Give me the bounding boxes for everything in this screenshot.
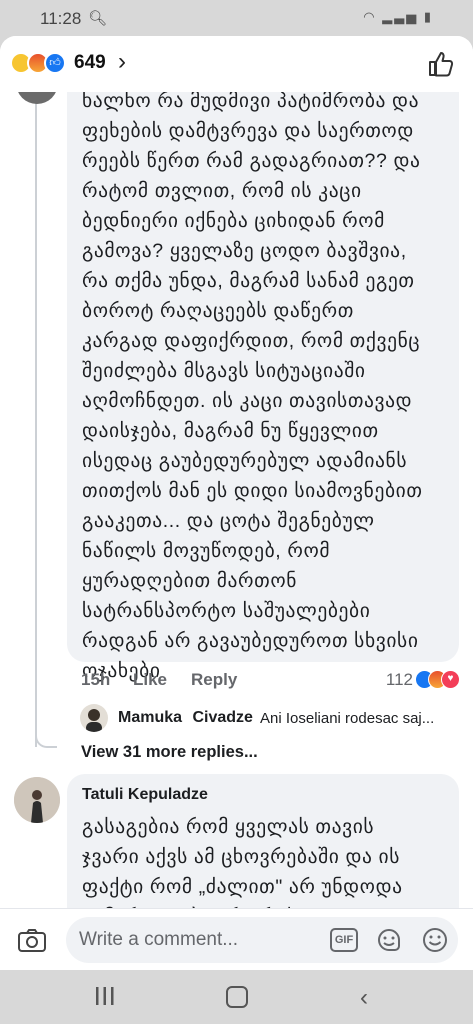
reply-author-name[interactable]: Mamuka Civadze [118,709,253,727]
comment-text-line: დაისჯება, მაგრამ ნუ წყევლით [82,420,379,442]
avatar[interactable] [14,777,60,823]
comment-reaction-icons[interactable]: ♥ [415,670,461,690]
thumbs-up-icon[interactable] [427,50,455,78]
comment-text-line: კარგად დაფიქრდით, რომ თქვენც [82,330,421,352]
view-more-replies-link[interactable]: View 31 more replies... [81,743,258,762]
comment-text-line: ყურადღებით მართონ [82,570,298,592]
navigation-bar: ‹ [0,970,473,1024]
comment-text-line: ბედნიერი იქნება ციხიდან რომ [82,210,385,232]
comment-text-line: რეებს წერთ რამ გადაგრიათ?? და [82,150,421,172]
comment-text-line: რა თქმა უნდა, მაგრამ სანამ ეგეთ [82,270,415,292]
comment-text-line: გამოვა? ყველაზე ცოდო ბავშვია, [82,240,407,262]
reactions-header[interactable]: 👍︎ 649 › [0,36,473,92]
sticker-icon[interactable] [375,926,403,954]
comment-text-line: ჯვარი აქვს ამ ცხოვრებაში და ის [82,846,401,868]
comment-text-line: გააკეთა... და ცოტა შეგნებულ [82,510,375,532]
comment-text-line: თითქოს მან ეს დიდი სიამოვნებით [82,480,423,502]
avatar[interactable] [80,704,108,732]
comment-text-line: შეიძლება მსგავს სიტუაციაში [82,360,366,382]
home-icon[interactable] [226,986,248,1008]
back-icon[interactable]: ‹ [360,984,368,1012]
comment-placeholder: Write a comment... [79,929,239,950]
comment-text-line: რადგან არ გავაუბედუროთ სხვისი [82,630,419,652]
gif-icon[interactable]: GIF [330,928,358,952]
thread-line [35,92,37,747]
comment-text-line: ისედაც გაუბედურებულ ადამიანს [82,450,408,472]
comment-text-line: გასაგებია რომ ყველას თავის [82,816,375,838]
recent-apps-icon[interactable] [94,986,116,1006]
comment-text-line: ფეხების დამტვრევა და საერთოდ [82,120,414,142]
love-reaction-icon: ♥ [441,670,460,689]
reaction-icons: 👍︎ [10,52,66,74]
signal-battery-icons: ◠ ▂▃▅ ▮ [363,9,433,24]
search-icon: 🔍︎ [88,10,108,27]
emoji-icon[interactable] [421,926,449,954]
comment-input[interactable]: Write a comment... GIF [66,917,458,963]
comment-text-line: აღმოჩნდეთ. ის კაცი თავისთავად [82,390,413,412]
person-photo-icon [14,777,60,823]
comment-text-line: ნაწილს მოვუწოდებ, რომ [82,540,331,562]
comment-text-line: რატომ თვლით, რომ ის კაცი [82,180,362,202]
comments-sheet: 👍︎ 649 › ხალხო რა მუდმივი პატიმრობა და ფ… [0,36,473,970]
comment-meta-row: 15h Like Reply 112 ♥ [81,670,461,692]
comment-bubble[interactable]: ხალხო რა მუდმივი პატიმრობა და ფეხების და… [67,82,459,682]
status-bar: 11:28 🔍︎ ◠ ▂▃▅ ▮ [0,0,473,36]
comment-text-line: ბოროტ რაღაცეებს დაწერთ [82,300,354,322]
like-button[interactable]: Like [133,670,167,690]
comment-composer: Write a comment... GIF [0,908,473,970]
comment-reaction-count[interactable]: 112 [386,670,413,690]
comment-author-name[interactable]: Tatuli Kepuladze [82,786,459,804]
reply-button[interactable]: Reply [191,670,237,690]
camera-icon[interactable] [17,927,47,953]
chevron-right-icon[interactable]: › [118,48,126,76]
comment-timestamp[interactable]: 15h [81,670,110,690]
reply-snippet: Ani Ioseliani rodesac saj... [260,710,435,727]
thread-connector [35,726,57,748]
status-time: 11:28 [40,9,82,28]
reply-preview[interactable]: Mamuka Civadze Ani Ioseliani rodesac saj… [80,704,473,734]
reaction-count[interactable]: 649 [74,52,106,74]
like-reaction-icon: 👍︎ [44,52,66,74]
person-photo-icon [86,709,102,732]
comment-text-line: სატრანსპორტო საშუალებები [82,600,371,622]
comment-text-line: ფაქტი რომ „ძალით" არ უნდოდა [82,876,403,898]
